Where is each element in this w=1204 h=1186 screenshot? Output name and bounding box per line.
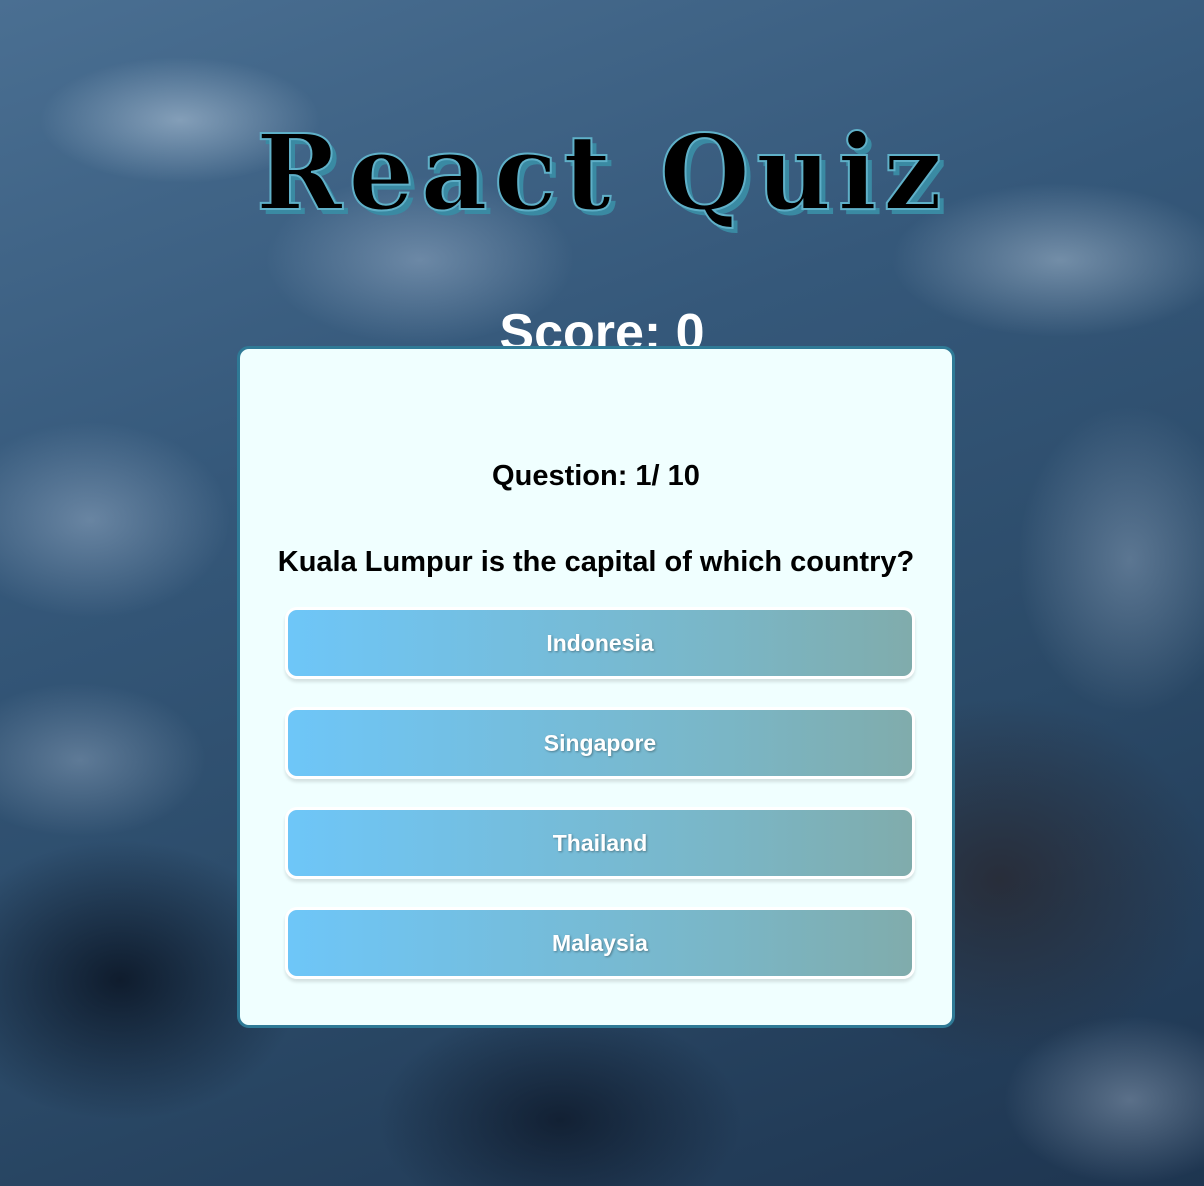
answer-button-singapore[interactable]: Singapore: [285, 707, 915, 779]
app-title: React Quiz: [255, 110, 949, 235]
answer-list: Indonesia Singapore Thailand Malaysia: [285, 607, 915, 1007]
question-text: Kuala Lumpur is the capital of which cou…: [277, 546, 915, 578]
answer-button-indonesia[interactable]: Indonesia: [285, 607, 915, 679]
answer-button-malaysia[interactable]: Malaysia: [285, 907, 915, 979]
question-number: Question: 1/ 10: [492, 460, 700, 492]
answer-button-thailand[interactable]: Thailand: [285, 807, 915, 879]
question-card: Question: 1/ 10 Kuala Lumpur is the capi…: [237, 346, 955, 1028]
